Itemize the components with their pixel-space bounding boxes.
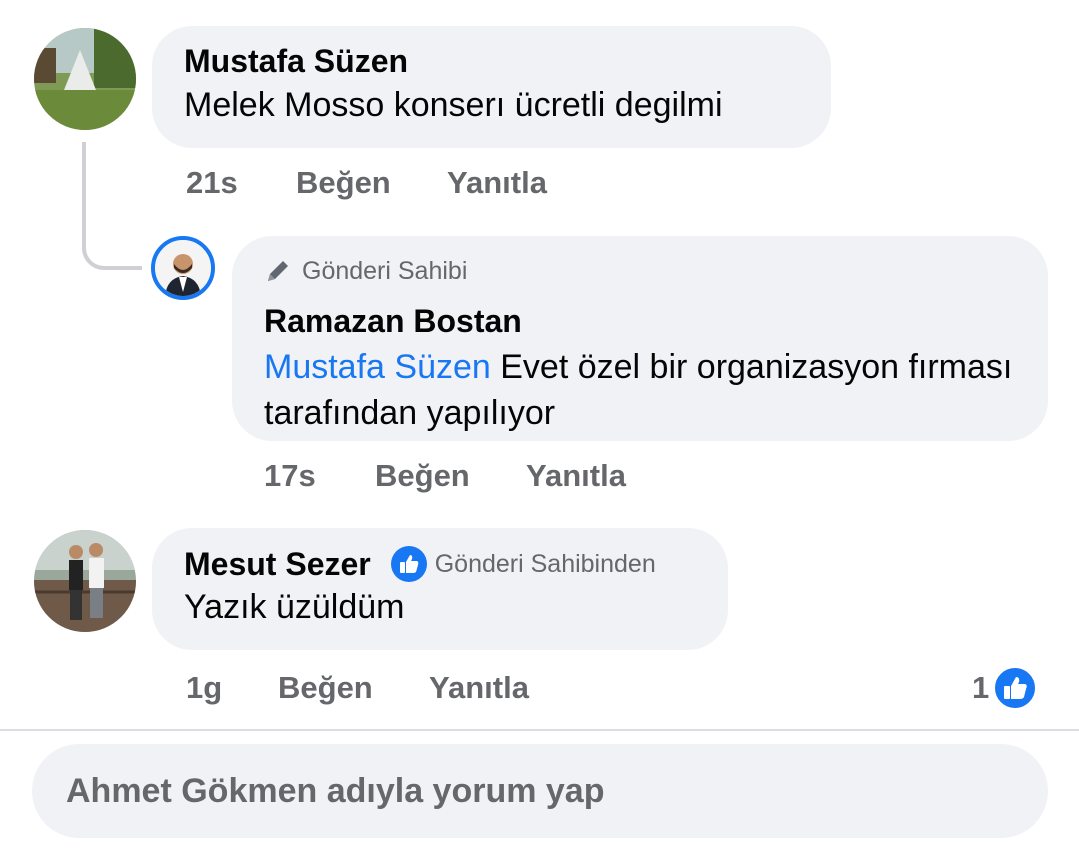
reply-button[interactable]: Yanıtla xyxy=(526,458,626,494)
avatar-mesut-sezer[interactable] xyxy=(34,530,136,632)
thumbs-up-reaction-icon xyxy=(993,666,1038,710)
comment-author[interactable]: Ramazan Bostan xyxy=(264,302,1016,340)
thumbs-up-icon xyxy=(390,546,427,582)
comment-bubble: Mustafa Süzen Melek Mosso konserı ücretl… xyxy=(152,26,831,148)
reply-button[interactable]: Yanıtla xyxy=(447,165,547,201)
comment-time[interactable]: 17s xyxy=(264,458,316,494)
like-button[interactable]: Beğen xyxy=(296,165,391,201)
reply-button[interactable]: Yanıtla xyxy=(429,670,529,706)
comment-text: Yazık üzüldüm xyxy=(184,588,405,626)
composer-placeholder: Ahmet Gökmen adıyla yorum yap xyxy=(66,771,605,810)
comment-author[interactable]: Mesut Sezer xyxy=(184,545,371,583)
owner-liked-label: Gönderi Sahibinden xyxy=(434,549,656,578)
thread-connector xyxy=(82,142,142,270)
comment-author[interactable]: Mustafa Süzen xyxy=(184,42,799,80)
avatar-mustafa-suzen[interactable] xyxy=(34,28,136,130)
like-button[interactable]: Beğen xyxy=(278,670,373,706)
comment-composer-input[interactable]: Ahmet Gökmen adıyla yorum yap xyxy=(32,744,1048,838)
reaction-summary[interactable]: 1 xyxy=(972,666,1038,710)
reply-bubble: Gönderi Sahibi Ramazan Bostan Mustafa Sü… xyxy=(232,236,1048,441)
comment-header: Mesut Sezer Gönderi Sahibinden xyxy=(184,544,696,584)
pencil-icon xyxy=(264,257,292,285)
comment-bubble: Mesut Sezer Gönderi Sahibinden Yazık üzü… xyxy=(152,528,728,650)
comment-time[interactable]: 1g xyxy=(186,670,222,706)
comment-text: Mustafa Süzen Evet özel bir organizasyon… xyxy=(264,344,1016,436)
reaction-count: 1 xyxy=(972,670,990,705)
like-button[interactable]: Beğen xyxy=(375,458,470,494)
comment-time[interactable]: 21s xyxy=(186,165,238,201)
comment-text: Melek Mosso konserı ücretli degilmi xyxy=(184,86,723,124)
mention-link[interactable]: Mustafa Süzen xyxy=(264,348,491,386)
avatar-ramazan-bostan[interactable] xyxy=(151,236,215,300)
owner-badge-label: Gönderi Sahibi xyxy=(302,256,468,285)
composer-divider xyxy=(0,729,1079,731)
owner-badge: Gönderi Sahibi xyxy=(264,256,1016,286)
